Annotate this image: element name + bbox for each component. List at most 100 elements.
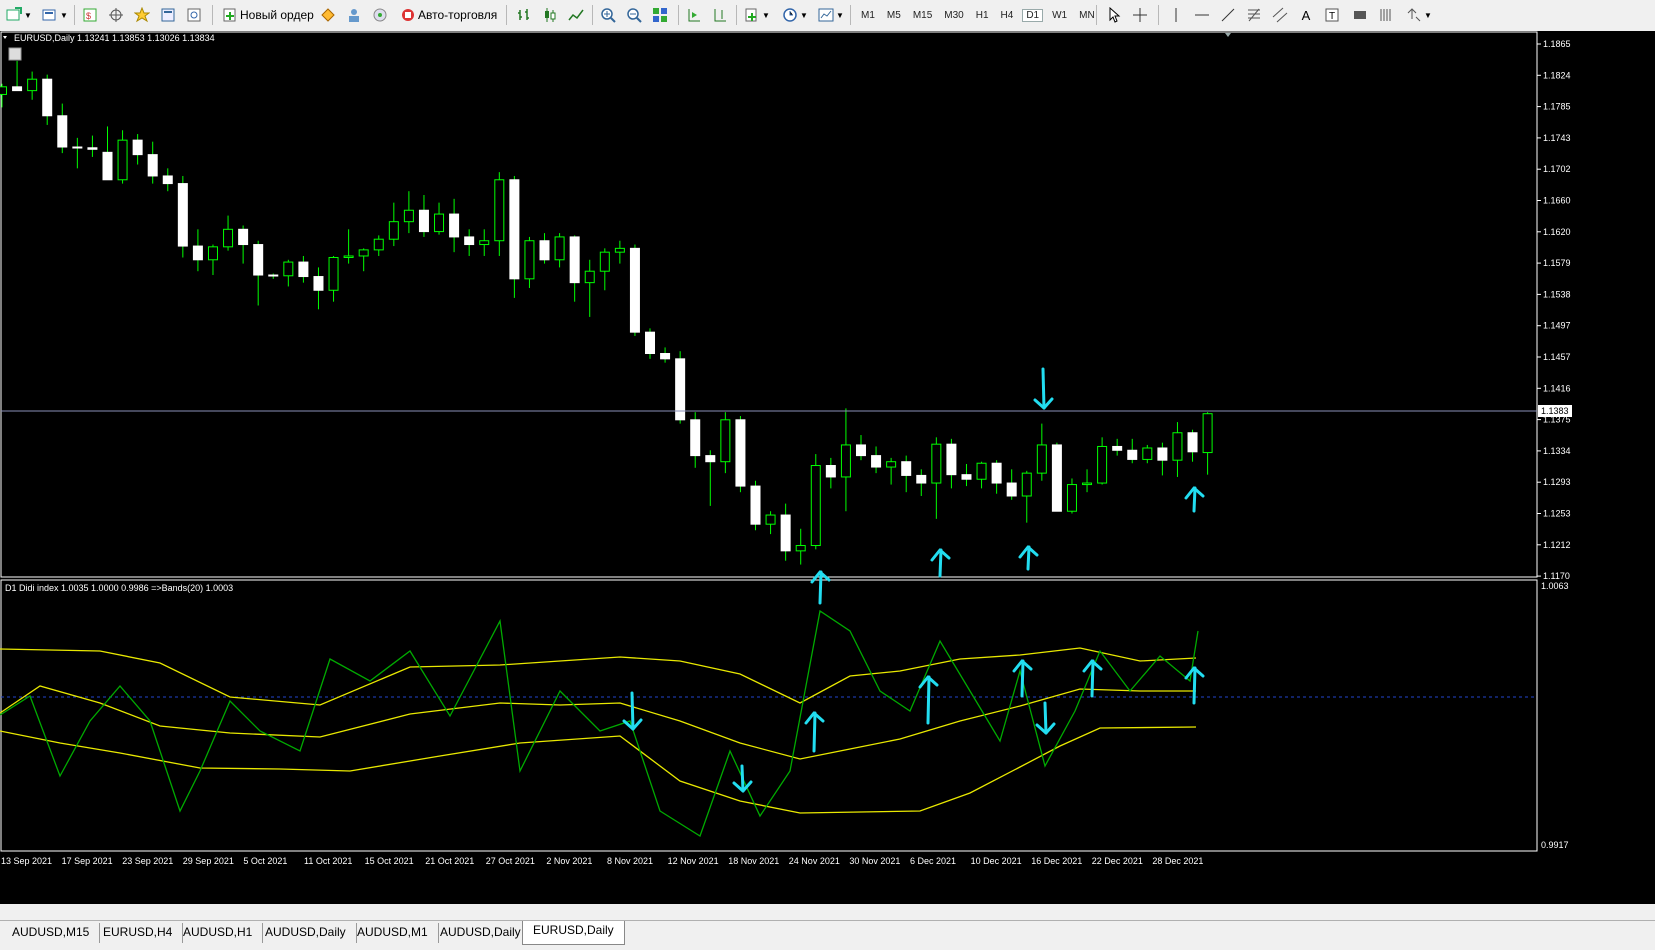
zoom-in-button[interactable] (598, 4, 618, 26)
new-order-icon (220, 6, 240, 24)
tab-audusd-daily[interactable]: AUDUSD,Daily (255, 923, 357, 943)
candle (720, 412, 731, 474)
candle (1036, 423, 1047, 481)
channel-button[interactable] (1270, 4, 1290, 26)
tab-eurusd-h4[interactable]: EURUSD,H4 (93, 923, 184, 943)
fibonacci-button[interactable] (1244, 4, 1264, 26)
timeframe-m15[interactable]: M15 (910, 10, 935, 21)
label-button[interactable]: T (1322, 4, 1342, 26)
timeframe-h1[interactable]: H1 (973, 10, 992, 21)
didi-line (0, 609, 1199, 837)
candle-body (328, 256, 339, 291)
candle-body (388, 221, 399, 240)
template-icon (816, 6, 836, 24)
rectangle-button[interactable] (1350, 4, 1370, 26)
autotrading-button[interactable]: Авто-торговля (398, 4, 497, 26)
candle (313, 267, 324, 310)
candle (434, 202, 445, 235)
price-label: 1.1702 (1543, 164, 1571, 174)
timeframe-m1[interactable]: M1 (858, 10, 878, 21)
arrow-down-ind-1 (622, 691, 643, 731)
signals-button[interactable] (370, 4, 390, 26)
timeframe-d1[interactable]: D1 (1022, 8, 1044, 22)
terminal-button[interactable] (158, 4, 178, 26)
candle-body (1066, 484, 1077, 512)
timeframe-m30[interactable]: M30 (941, 10, 966, 21)
crosshair-button[interactable] (1130, 4, 1150, 26)
bar-chart-button[interactable] (514, 4, 534, 26)
tab-audusd-m1[interactable]: AUDUSD,M1 (347, 923, 439, 943)
arrows-button[interactable]: ▼ (1404, 4, 1432, 26)
indicators-button[interactable]: ▼ (742, 4, 770, 26)
autoscroll-button[interactable] (684, 4, 704, 26)
bollinger-upper (0, 647, 1197, 706)
timeframe-w1[interactable]: W1 (1049, 10, 1070, 21)
candle-body (418, 209, 429, 233)
candle-body (660, 353, 671, 360)
one-click-trading-button[interactable] (8, 47, 22, 61)
date-label: 28 Dec 2021 (1152, 856, 1203, 866)
time-scale: 13 Sep 2021 17 Sep 2021 23 Sep 2021 29 Sep … (1, 856, 1203, 866)
zoom-out-button[interactable] (624, 4, 644, 26)
navigator-button[interactable] (132, 4, 152, 26)
tab-audusd-daily-2[interactable]: AUDUSD,Daily (430, 923, 532, 943)
candle (735, 415, 746, 493)
candle (675, 351, 686, 424)
timeframe-mn[interactable]: MN (1076, 10, 1098, 21)
candle-body (223, 228, 234, 248)
crosshair-target-icon (106, 6, 126, 24)
new-order-button[interactable]: Новый ордер (220, 4, 314, 26)
timeframe-m5[interactable]: M5 (884, 10, 904, 21)
candle-body (1142, 447, 1153, 460)
metaeditor-button[interactable] (318, 4, 338, 26)
label-icon: T (1322, 6, 1342, 24)
tab-audusd-m15[interactable]: AUDUSD,M15 (2, 923, 101, 943)
periods-separator-button[interactable] (1376, 4, 1396, 26)
date-label: 29 Sep 2021 (183, 856, 234, 866)
cursor-button[interactable] (1104, 4, 1124, 26)
vertical-line-button[interactable] (1166, 4, 1186, 26)
market-watch-button[interactable]: $ (80, 4, 100, 26)
candle-body (1112, 445, 1123, 451)
candlestick-chart-button[interactable] (540, 4, 560, 26)
candle (645, 328, 656, 359)
diamond-icon (318, 6, 338, 24)
strategy-tester-button[interactable] (184, 4, 204, 26)
tab-eurusd-daily[interactable]: EURUSD,Daily (522, 921, 625, 945)
templates-button[interactable]: ▼ (816, 4, 844, 26)
candle (373, 235, 384, 256)
new-chart-button[interactable]: ▼ (4, 4, 32, 26)
periods-button[interactable]: ▼ (780, 4, 808, 26)
tile-windows-button[interactable] (650, 4, 670, 26)
candle (162, 168, 173, 192)
channel-icon (1270, 6, 1290, 24)
trendline-button[interactable] (1218, 4, 1238, 26)
horizontal-line-button[interactable] (1192, 4, 1212, 26)
chart-window[interactable]: EURUSD,Daily 1.13241 1.13853 1.13026 1.1… (0, 31, 1655, 904)
candle-body (434, 213, 445, 233)
candle-body (599, 251, 610, 272)
candle (1097, 437, 1108, 485)
tab-audusd-h1[interactable]: AUDUSD,H1 (173, 923, 264, 943)
timeframe-h4[interactable]: H4 (998, 10, 1017, 21)
data-window-button[interactable] (106, 4, 126, 26)
candle-body (961, 474, 972, 480)
experts-button[interactable] (344, 4, 364, 26)
date-label: 5 Oct 2021 (243, 856, 287, 866)
arrow-down-ind-3 (1035, 701, 1056, 735)
candle (1082, 469, 1093, 493)
candles-layer (0, 60, 1213, 565)
candle (946, 438, 957, 489)
chart-canvas[interactable]: EURUSD,Daily 1.13241 1.13853 1.13026 1.1… (0, 31, 1655, 904)
candle (871, 446, 882, 474)
profiles-button[interactable]: ▼ (40, 4, 68, 26)
text-button[interactable]: A (1296, 4, 1316, 26)
candle-body (916, 474, 927, 484)
line-chart-button[interactable] (566, 4, 586, 26)
chart-shift-button[interactable] (710, 4, 730, 26)
candle (12, 60, 23, 92)
chart-shift-marker-icon[interactable] (1225, 33, 1231, 37)
candle (147, 141, 158, 184)
candle (614, 240, 625, 264)
candle-body (509, 179, 520, 280)
